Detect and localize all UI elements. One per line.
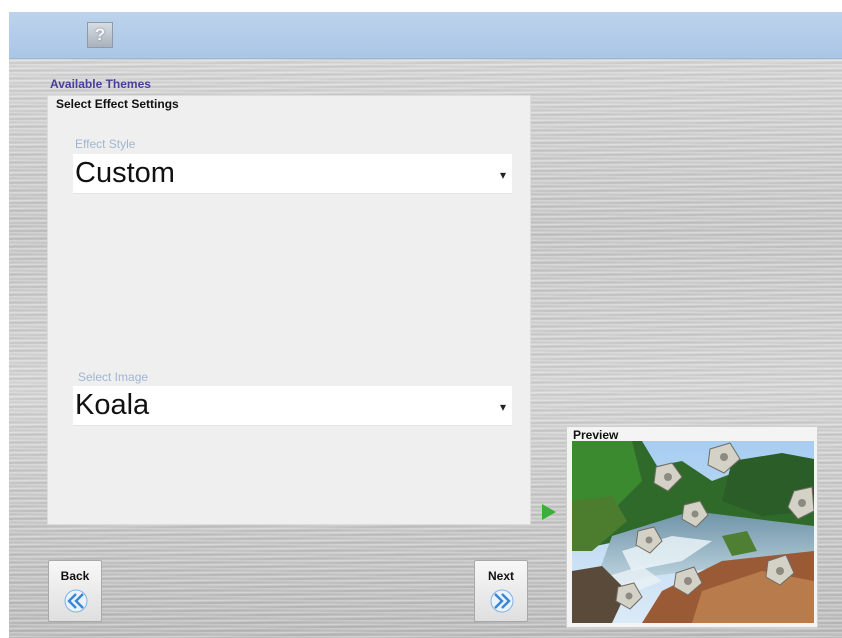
available-themes-link[interactable]: Available Themes (50, 77, 151, 91)
preview-label: Preview (573, 428, 619, 442)
select-image-value: Koala (75, 389, 150, 421)
effect-style-label: Effect Style (75, 137, 136, 151)
preview-image (572, 441, 814, 623)
select-image-label: Select Image (78, 370, 149, 384)
question-icon: ? (94, 25, 106, 44)
app-window: ? Available Themes Select Effect Setting… (9, 12, 842, 638)
back-button[interactable]: Back (48, 560, 102, 622)
effect-style-dropdown[interactable]: Custom ▾ (73, 154, 512, 194)
double-chevron-right-icon (490, 589, 514, 613)
next-button-label: Next (487, 569, 514, 583)
double-chevron-left-icon (64, 589, 88, 613)
play-arrow-icon (542, 504, 556, 520)
chevron-down-icon: ▾ (499, 168, 506, 182)
next-button[interactable]: Next (474, 560, 528, 622)
select-image-dropdown[interactable]: Koala ▾ (73, 386, 512, 426)
chevron-down-icon: ▾ (499, 400, 506, 414)
effect-settings-panel: Select Effect Settings Effect Style Cust… (47, 95, 531, 525)
panel-title: Select Effect Settings (56, 97, 179, 111)
help-button[interactable]: ? (87, 22, 113, 48)
preview-panel: Preview (566, 426, 818, 628)
back-button-label: Back (60, 569, 90, 583)
top-toolbar: ? (9, 12, 842, 59)
effect-style-value: Custom (75, 157, 175, 189)
